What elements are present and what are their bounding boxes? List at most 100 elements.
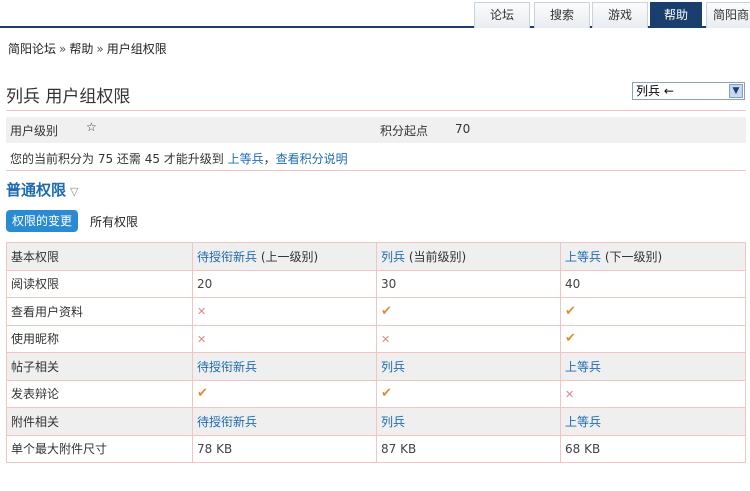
table-cell: ✕	[192, 297, 377, 326]
cross-icon: ✕	[565, 387, 575, 401]
check-icon: ✔	[565, 331, 576, 347]
table-cell: ✕	[376, 324, 561, 353]
table-cell: 列兵	[376, 407, 561, 436]
table-section-header: 基本权限 待授衔新兵 (上一级别) 列兵 (当前级别) 上等兵 (下一级别)	[6, 242, 746, 271]
group-link[interactable]: 待授衔新兵	[197, 250, 257, 264]
score-status: 您的当前积分为 75 还需 45 才能升级到 上等兵，查看积分说明	[10, 150, 348, 167]
group-link[interactable]: 上等兵	[565, 360, 601, 374]
permission-value: 40	[565, 276, 581, 291]
level-note: (下一级别)	[601, 249, 663, 264]
table-cell: 78 KB	[192, 434, 377, 463]
table-cell: ✕	[192, 324, 377, 353]
permission-value: 20	[197, 276, 213, 291]
group-select-value: 列兵 ←	[636, 84, 674, 98]
score-label: 积分起点	[380, 124, 429, 138]
table-cell: 使用昵称	[6, 324, 193, 353]
section-title[interactable]: 普通权限 ▽	[6, 179, 78, 200]
permission-name: 阅读权限	[11, 277, 60, 292]
score-explain-link[interactable]: 查看积分说明	[276, 152, 348, 166]
group-info-row: 用户级别 ☆ 积分起点 70	[6, 117, 746, 143]
check-icon: ✔	[381, 386, 392, 402]
group-link[interactable]: 待授衔新兵	[197, 360, 257, 374]
table-row: 使用昵称 ✕ ✕ ✔	[6, 324, 746, 353]
nav-tab-search[interactable]: 搜索	[534, 2, 590, 28]
chevron-down-icon[interactable]: ▼	[729, 84, 743, 98]
cross-icon: ✕	[197, 305, 207, 319]
breadcrumb-home[interactable]: 简阳论坛	[8, 42, 56, 56]
tab-permission-changes[interactable]: 权限的变更	[6, 210, 78, 232]
table-cell: 68 KB	[560, 434, 746, 463]
permission-value: 68 KB	[565, 441, 601, 456]
score-status-text: 您的当前积分为 75 还需 45 才能升级到	[10, 152, 224, 166]
table-cell: 发表辩论	[6, 379, 193, 408]
table-cell: 待授衔新兵 (上一级别)	[192, 242, 377, 271]
permission-value: 87 KB	[381, 441, 417, 456]
nav-tab-games[interactable]: 游戏	[592, 2, 648, 28]
table-cell: 20	[192, 269, 377, 298]
table-row: 发表辩论 ✔ ✔ ✕	[6, 379, 746, 408]
cross-icon: ✕	[381, 332, 391, 346]
divider	[6, 110, 746, 111]
permission-name: 附件相关	[11, 414, 60, 429]
permission-name: 查看用户资料	[11, 304, 84, 319]
score-value: 70	[455, 122, 471, 136]
table-cell: 帖子相关	[6, 352, 193, 381]
level-note: (当前级别)	[405, 249, 467, 264]
table-cell: 87 KB	[376, 434, 561, 463]
table-section-header: 附件相关 待授衔新兵 列兵 上等兵	[6, 407, 746, 436]
table-cell: 上等兵 (下一级别)	[560, 242, 746, 271]
nav-tab-forum[interactable]: 论坛	[474, 2, 530, 28]
group-link[interactable]: 列兵	[381, 250, 405, 264]
table-cell: 上等兵	[560, 407, 746, 436]
table-cell: 基本权限	[6, 242, 193, 271]
collapse-icon[interactable]: ▽	[70, 185, 78, 198]
breadcrumb-help[interactable]: 帮助	[69, 42, 93, 56]
top-nav: 论坛 搜索 游戏 帮助 简阳商	[0, 0, 750, 28]
table-cell: 查看用户资料	[6, 297, 193, 326]
section-title-text: 普通权限	[6, 181, 67, 199]
breadcrumb-separator: »	[59, 42, 67, 56]
table-row: 单个最大附件尺寸 78 KB 87 KB 68 KB	[6, 434, 746, 463]
table-cell: 附件相关	[6, 407, 193, 436]
permission-table: 基本权限 待授衔新兵 (上一级别) 列兵 (当前级别) 上等兵 (下一级别) 阅读权限 2…	[6, 242, 746, 463]
group-link[interactable]: 上等兵	[565, 250, 601, 264]
table-cell: ✕	[560, 379, 746, 408]
level-label: 用户级别	[10, 124, 59, 138]
table-cell: 列兵	[376, 352, 561, 381]
table-cell: ✔	[560, 297, 746, 326]
cross-icon: ✕	[197, 332, 207, 346]
group-select[interactable]: 列兵 ← ▼	[632, 82, 745, 100]
group-link[interactable]: 上等兵	[565, 415, 601, 429]
breadcrumb-separator: »	[96, 42, 104, 56]
permission-name: 帖子相关	[11, 359, 60, 374]
table-cell: 40	[560, 269, 746, 298]
check-icon: ✔	[565, 303, 576, 319]
table-cell: 待授衔新兵	[192, 407, 377, 436]
table-cell: 上等兵	[560, 352, 746, 381]
table-cell: ✔	[376, 297, 561, 326]
permission-value: 78 KB	[197, 441, 233, 456]
table-row: 查看用户资料 ✕ ✔ ✔	[6, 297, 746, 326]
group-link[interactable]: 列兵	[381, 415, 405, 429]
level-note: (上一级别)	[257, 249, 319, 264]
tab-all-permissions[interactable]: 所有权限	[90, 213, 138, 230]
check-icon: ✔	[197, 386, 208, 402]
nav-tab-jianyang[interactable]: 简阳商	[706, 2, 750, 28]
group-link[interactable]: 待授衔新兵	[197, 415, 257, 429]
divider	[6, 170, 746, 171]
permission-name: 使用昵称	[11, 332, 60, 347]
table-cell: ✔	[376, 379, 561, 408]
check-icon: ✔	[381, 303, 392, 319]
nav-tab-help[interactable]: 帮助	[650, 2, 702, 28]
next-group-link[interactable]: 上等兵	[228, 152, 264, 166]
permission-value: 30	[381, 276, 397, 291]
table-row: 阅读权限 20 30 40	[6, 269, 746, 298]
table-cell: 单个最大附件尺寸	[6, 434, 193, 463]
permission-name: 单个最大附件尺寸	[11, 442, 108, 457]
page-title: 列兵 用户组权限	[6, 87, 131, 107]
table-section-header: 帖子相关 待授衔新兵 列兵 上等兵	[6, 352, 746, 381]
score-status-sep: ，	[263, 152, 276, 166]
group-link[interactable]: 列兵	[381, 360, 405, 374]
table-cell: 阅读权限	[6, 269, 193, 298]
permission-name: 发表辩论	[11, 387, 60, 402]
